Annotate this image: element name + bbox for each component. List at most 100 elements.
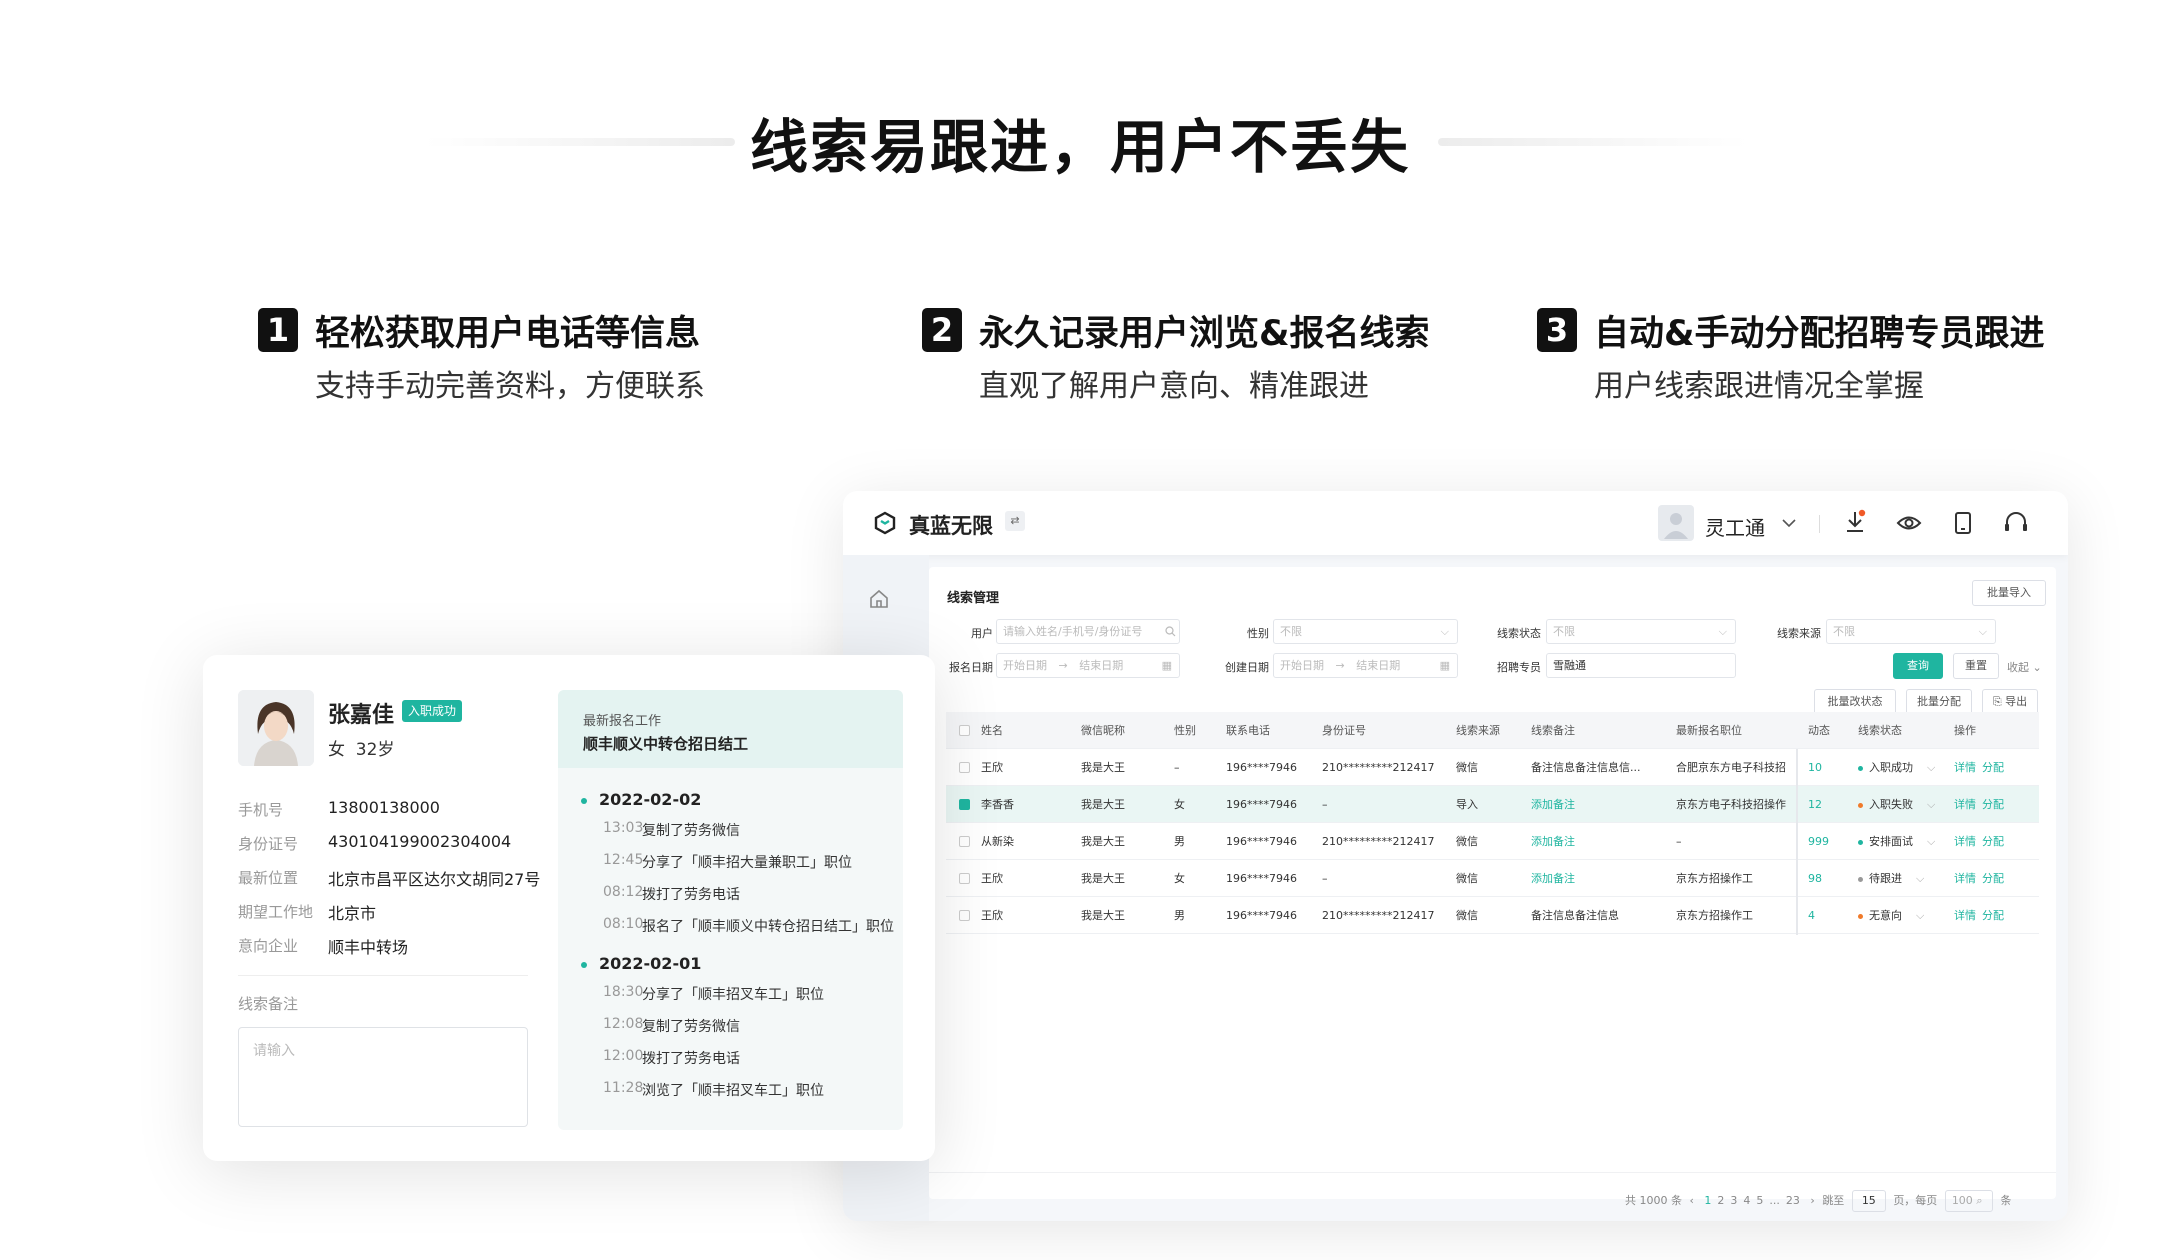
status-select[interactable]: 不限 ⌵ [1546, 619, 1736, 644]
feature-subtitle: 用户线索跟进情况全掌握 [1594, 369, 1924, 404]
status-select[interactable]: 入职失败 ⌵ [1858, 786, 1935, 823]
cell-job: 京东方招操作工 [1676, 909, 1753, 922]
detail-link[interactable]: 详情 [1954, 749, 1976, 786]
cell-phone: 196****7946 [1226, 909, 1297, 922]
page-number[interactable]: ... [1769, 1194, 1780, 1207]
cell-source: 微信 [1456, 835, 1478, 848]
per-page-label: 页，每页 [1893, 1194, 1938, 1207]
table-row[interactable]: 王欣 我是大王 – 196****7946 210*********212417 微信 备注… [946, 749, 2039, 786]
status-select[interactable]: 安排面试 ⌵ [1858, 823, 1935, 860]
cell-dyn[interactable]: 4 [1808, 897, 1815, 934]
download-icon[interactable] [1843, 509, 1867, 535]
source-select-value: 不限 [1833, 625, 1855, 638]
filter-label-gender: 性别 [1247, 627, 1269, 640]
row-checkbox[interactable] [959, 836, 970, 847]
page-number[interactable]: 4 [1743, 1194, 1750, 1207]
calendar-icon: ▦ [1161, 659, 1172, 672]
chevron-down-icon: ⌵ [1916, 909, 1925, 922]
cell-source: 导入 [1456, 798, 1478, 811]
page-number[interactable]: 2 [1717, 1194, 1724, 1207]
recruiter-input[interactable]: 雪融通 [1546, 653, 1736, 678]
gender-select-value: 不限 [1280, 625, 1302, 638]
chevron-down-icon: ⌵ [1927, 798, 1936, 811]
tablet-icon[interactable] [1953, 511, 1973, 535]
assign-link[interactable]: 分配 [1982, 749, 2004, 786]
current-user-name[interactable]: 灵工通 [1705, 512, 1765, 541]
cell-note[interactable]: 添加备注 [1531, 786, 1666, 823]
assign-link[interactable]: 分配 [1982, 786, 2004, 823]
start-date: 开始日期 [1280, 659, 1324, 672]
reset-button[interactable]: 重置 [1953, 653, 1999, 679]
page-number[interactable]: 1 [1704, 1194, 1711, 1207]
status-select[interactable]: 入职成功 ⌵ [1858, 749, 1935, 786]
cell-note[interactable]: 添加备注 [1531, 823, 1666, 860]
col-header: 联系电话 [1226, 724, 1270, 737]
footer-divider [929, 1172, 2056, 1173]
chevron-down-icon: ⌵ [1927, 761, 1936, 774]
cell-phone: 196****7946 [1226, 835, 1297, 848]
detail-link[interactable]: 详情 [1954, 786, 1976, 823]
note-textarea[interactable]: 请输入 [238, 1027, 528, 1127]
cell-wechat: 我是大王 [1081, 909, 1125, 922]
cell-dyn[interactable]: 999 [1808, 823, 1829, 860]
table-row[interactable]: 王欣 我是大王 女 196****7946 – 微信 添加备注 京东方招操作工 98 待跟进 ⌵ 详情… [946, 860, 2039, 897]
assign-link[interactable]: 分配 [1982, 823, 2004, 860]
row-checkbox[interactable] [959, 799, 970, 810]
table-row[interactable]: 从新染 我是大王 男 196****7946 210*********212417 微信 添… [946, 823, 2039, 860]
status-label: 待跟进 [1869, 872, 1902, 885]
assign-link[interactable]: 分配 [1982, 897, 2004, 934]
status-select[interactable]: 待跟进 ⌵ [1858, 860, 1924, 897]
table-row[interactable]: 李香香 我是大王 女 196****7946 – 导入 添加备注 京东方电子科技招操作 12 入职… [946, 786, 2039, 823]
home-icon[interactable] [868, 589, 890, 609]
batch-import-button[interactable]: 批量导入 [1972, 580, 2046, 606]
goto-page-input[interactable]: 15 [1851, 1190, 1886, 1212]
detail-link[interactable]: 详情 [1954, 860, 1976, 897]
select-all-checkbox[interactable] [959, 725, 970, 736]
event-description: 复制了劳务微信 [642, 823, 740, 839]
latest-job-title: 顺丰顺义中转仓招日结工 [583, 735, 749, 753]
row-checkbox[interactable] [959, 873, 970, 884]
gender-select[interactable]: 不限 ⌵ [1273, 619, 1458, 644]
avatar[interactable] [1658, 505, 1694, 541]
candidate-photo-icon [238, 690, 314, 766]
candidate-name: 张嘉佳 [328, 703, 395, 728]
cell-gender: 女 [1174, 872, 1185, 885]
page-number[interactable]: 3 [1730, 1194, 1737, 1207]
row-checkbox[interactable] [959, 910, 970, 921]
detail-link[interactable]: 详情 [1954, 823, 1976, 860]
row-checkbox[interactable] [959, 762, 970, 773]
source-select[interactable]: 不限 ⌵ [1826, 619, 1996, 644]
eye-icon[interactable] [1896, 512, 1922, 534]
event-description: 报名了「顺丰顺义中转仓招日结工」职位 [642, 919, 894, 935]
timeline-date: 2022-02-02 [580, 790, 702, 809]
cell-dyn[interactable]: 12 [1808, 786, 1822, 823]
chevron-down-icon[interactable] [1781, 516, 1797, 530]
prev-page-icon[interactable]: ‹ [1690, 1194, 1694, 1207]
date-label: 2022-02-02 [599, 790, 702, 809]
feature-title: 轻松获取用户电话等信息 [315, 314, 701, 354]
signup-date-range[interactable]: 开始日期 → 结束日期 ▦ [996, 653, 1180, 678]
page-number[interactable]: 5 [1756, 1194, 1763, 1207]
table-row[interactable]: 王欣 我是大王 男 196****7946 210*********212417 微信 备注… [946, 897, 2039, 934]
user-search-input[interactable]: 请输入姓名/手机号/身份证号 [996, 619, 1180, 644]
field-label: 身份证号 [238, 835, 299, 853]
next-page-icon[interactable]: › [1810, 1194, 1814, 1207]
cell-note: 备注信息备注信息信... [1531, 761, 1641, 774]
page-number[interactable]: 23 [1786, 1194, 1800, 1207]
detail-link[interactable]: 详情 [1954, 897, 1976, 934]
cell-dyn[interactable]: 98 [1808, 860, 1822, 897]
cell-note[interactable]: 添加备注 [1531, 860, 1666, 897]
status-select[interactable]: 无意向 ⌵ [1858, 897, 1924, 934]
switch-org-icon[interactable]: ⇄ [1005, 511, 1025, 531]
created-date-range[interactable]: 开始日期 → 结束日期 ▦ [1273, 653, 1458, 678]
collapse-filter-toggle[interactable]: 收起 ⌄ [2007, 659, 2042, 675]
event-time: 11:28 [603, 1080, 644, 1096]
assign-link[interactable]: 分配 [1982, 860, 2004, 897]
cell-phone: 196****7946 [1226, 872, 1297, 885]
cell-dyn[interactable]: 10 [1808, 749, 1822, 786]
page-size-select[interactable]: 100 ⌕ [1944, 1190, 1993, 1212]
table-header: 姓名 微信昵称 性别 联系电话 身份证号 线索来源 线索备注 最新报名职位 动态… [946, 712, 2039, 749]
query-button[interactable]: 查询 [1893, 653, 1943, 679]
candidate-avatar [238, 690, 314, 766]
headset-icon[interactable] [2003, 511, 2029, 535]
